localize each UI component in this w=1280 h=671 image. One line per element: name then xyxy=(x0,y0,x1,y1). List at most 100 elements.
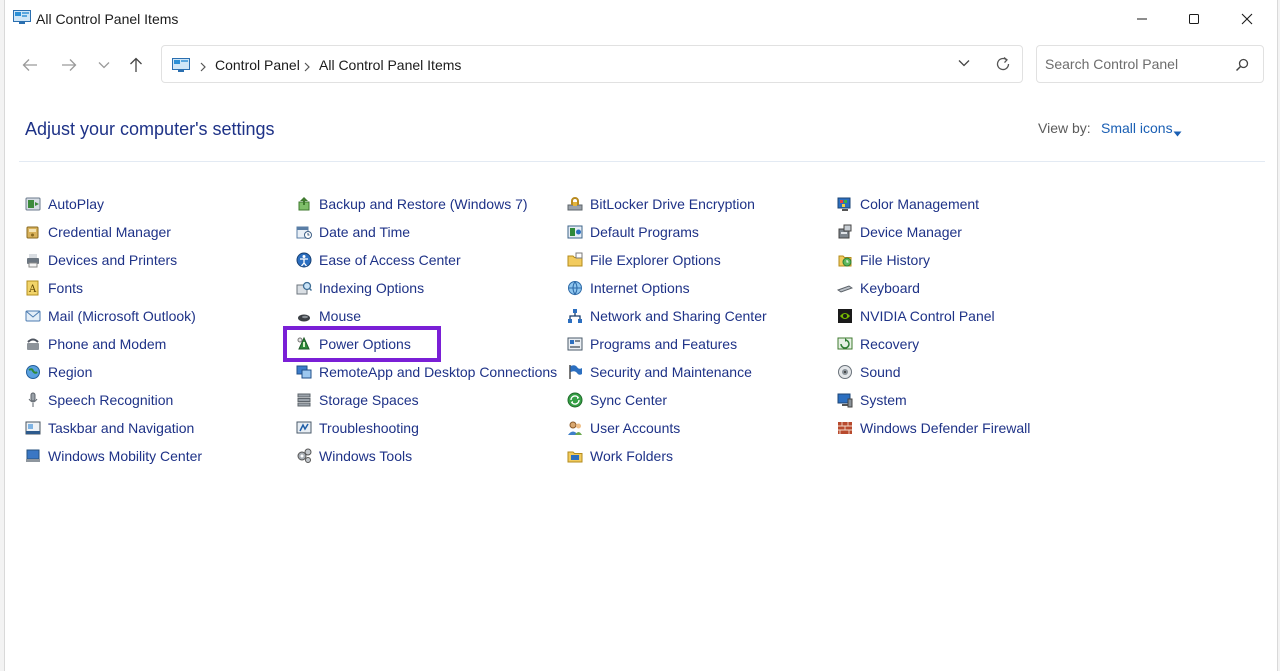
item-label: Storage Spaces xyxy=(319,392,419,408)
breadcrumb-all-items[interactable]: All Control Panel Items xyxy=(319,57,461,73)
item-label: Network and Sharing Center xyxy=(590,308,767,324)
item-remoteapp-and-desktop-connections[interactable]: RemoteApp and Desktop Connections xyxy=(296,361,557,383)
item-bitlocker-drive-encryption[interactable]: BitLocker Drive Encryption xyxy=(567,193,755,215)
item-troubleshooting[interactable]: Troubleshooting xyxy=(296,417,419,439)
item-sync-center[interactable]: Sync Center xyxy=(567,389,667,411)
item-internet-options[interactable]: Internet Options xyxy=(567,277,690,299)
item-network-and-sharing-center[interactable]: Network and Sharing Center xyxy=(567,305,767,327)
firewall-icon xyxy=(838,422,852,434)
item-device-manager[interactable]: Device Manager xyxy=(837,221,962,243)
item-label: Windows Defender Firewall xyxy=(860,420,1031,436)
back-button[interactable] xyxy=(16,52,44,78)
folder-options-icon xyxy=(567,252,583,267)
item-nvidia-control-panel[interactable]: NVIDIA Control Panel xyxy=(837,305,995,327)
forward-arrow-icon xyxy=(62,59,77,71)
item-label: AutoPlay xyxy=(48,196,105,212)
address-bar[interactable]: Control Panel All Control Panel Items xyxy=(161,45,1023,83)
item-taskbar-and-navigation[interactable]: Taskbar and Navigation xyxy=(25,417,194,439)
region-icon xyxy=(26,365,40,379)
view-by-dropdown[interactable]: Small icons xyxy=(1101,120,1173,136)
item-backup-and-restore-windows-7[interactable]: Backup and Restore (Windows 7) xyxy=(296,193,528,215)
item-label: Backup and Restore (Windows 7) xyxy=(319,196,528,212)
item-label: Device Manager xyxy=(860,224,962,240)
item-windows-defender-firewall[interactable]: Windows Defender Firewall xyxy=(837,417,1030,439)
control-panel-window: All Control Panel Items Control Panel Al… xyxy=(4,0,1278,671)
item-region[interactable]: Region xyxy=(25,361,92,383)
item-fonts[interactable]: A Fonts xyxy=(25,277,83,299)
view-by-label: View by: xyxy=(1038,120,1091,136)
maximize-button[interactable] xyxy=(1168,0,1220,38)
item-label: File History xyxy=(860,252,931,268)
date-time-icon xyxy=(296,226,312,239)
item-label: Fonts xyxy=(48,280,84,296)
item-phone-and-modem[interactable]: Phone and Modem xyxy=(25,333,166,355)
windows-tools-icon xyxy=(297,448,312,463)
item-file-history[interactable]: File History xyxy=(837,249,930,271)
caret-down-icon[interactable] xyxy=(1173,124,1182,142)
up-button[interactable] xyxy=(122,52,150,78)
item-programs-and-features[interactable]: Programs and Features xyxy=(567,333,737,355)
item-label: System xyxy=(860,392,907,408)
item-file-explorer-options[interactable]: File Explorer Options xyxy=(567,249,721,271)
nvidia-icon xyxy=(838,309,852,323)
item-default-programs[interactable]: Default Programs xyxy=(567,221,699,243)
item-credential-manager[interactable]: Credential Manager xyxy=(25,221,171,243)
address-history-dropdown[interactable] xyxy=(957,56,971,75)
item-user-accounts[interactable]: User Accounts xyxy=(567,417,680,439)
forward-button[interactable] xyxy=(55,52,83,78)
search-input[interactable] xyxy=(1045,55,1225,73)
mobility-center-icon xyxy=(26,449,40,462)
item-speech-recognition[interactable]: Speech Recognition xyxy=(25,389,173,411)
keyboard-icon xyxy=(837,285,853,293)
item-label: Programs and Features xyxy=(590,336,738,352)
mail-icon xyxy=(25,310,41,322)
item-label: Default Programs xyxy=(590,224,699,240)
phone-modem-icon xyxy=(27,338,39,350)
item-recovery[interactable]: Recovery xyxy=(837,333,919,355)
title-bar[interactable]: All Control Panel Items xyxy=(5,0,1277,38)
item-label: Internet Options xyxy=(590,280,690,296)
item-date-and-time[interactable]: Date and Time xyxy=(296,221,410,243)
breadcrumb-control-panel[interactable]: Control Panel xyxy=(215,57,300,73)
ease-of-access-icon xyxy=(296,252,312,268)
item-label: Phone and Modem xyxy=(48,336,167,352)
item-mail-microsoft-outlook[interactable]: Mail (Microsoft Outlook) xyxy=(25,305,196,327)
item-label: Credential Manager xyxy=(48,224,171,240)
item-keyboard[interactable]: Keyboard xyxy=(837,277,920,299)
item-autoplay[interactable]: AutoPlay xyxy=(25,193,104,215)
refresh-icon xyxy=(996,56,1010,71)
recent-locations-button[interactable] xyxy=(90,52,118,78)
item-indexing-options[interactable]: Indexing Options xyxy=(296,277,424,299)
header-divider xyxy=(19,161,1265,162)
item-sound[interactable]: Sound xyxy=(837,361,900,383)
refresh-button[interactable] xyxy=(994,55,1012,78)
item-color-management[interactable]: Color Management xyxy=(837,193,979,215)
fonts-icon: A xyxy=(26,280,39,296)
troubleshooting-icon xyxy=(296,421,312,434)
chevron-down-icon xyxy=(958,60,970,67)
storage-spaces-icon xyxy=(297,393,311,407)
item-label: User Accounts xyxy=(590,420,681,436)
item-system[interactable]: System xyxy=(837,389,907,411)
item-security-and-maintenance[interactable]: Security and Maintenance xyxy=(567,361,752,383)
item-label: Taskbar and Navigation xyxy=(48,420,195,436)
sound-icon xyxy=(838,365,852,379)
item-label: Speech Recognition xyxy=(48,392,174,408)
search-icon[interactable] xyxy=(1235,58,1249,77)
item-mouse[interactable]: Mouse xyxy=(296,305,361,327)
item-label: Windows Mobility Center xyxy=(48,448,203,464)
item-label: Sync Center xyxy=(590,392,668,408)
item-label: Devices and Printers xyxy=(48,252,178,268)
item-label: Work Folders xyxy=(590,448,673,464)
search-box[interactable] xyxy=(1036,45,1264,83)
item-windows-mobility-center[interactable]: Windows Mobility Center xyxy=(25,445,202,467)
backup-icon xyxy=(298,197,310,211)
close-button[interactable] xyxy=(1221,0,1273,38)
item-work-folders[interactable]: Work Folders xyxy=(567,445,673,467)
item-ease-of-access-center[interactable]: Ease of Access Center xyxy=(296,249,461,271)
item-devices-and-printers[interactable]: Devices and Printers xyxy=(25,249,177,271)
close-icon xyxy=(1241,13,1253,25)
item-storage-spaces[interactable]: Storage Spaces xyxy=(296,389,419,411)
minimize-button[interactable] xyxy=(1116,0,1168,38)
item-windows-tools[interactable]: Windows Tools xyxy=(296,445,412,467)
